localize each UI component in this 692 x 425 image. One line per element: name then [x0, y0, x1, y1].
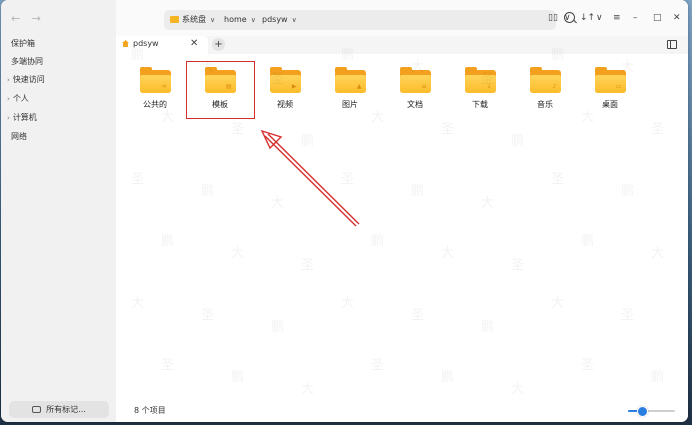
file-manager-window: ← → 保护箱 多端协同 › 快速访问 › 个人 › 计算机 网络 所有标记... 系… [1, 0, 688, 422]
folder-item-music[interactable]: ♪ 音乐 [522, 67, 568, 110]
tab-strip: pdsyw ✕ + [116, 36, 688, 54]
download-icon: ↓ [486, 83, 492, 90]
sidebar-item-label: 多端协同 [11, 57, 43, 66]
folder-icon: ⋖ [139, 67, 171, 93]
chevron-down-icon[interactable]: ∨ [210, 16, 215, 24]
video-icon: ▶ [291, 83, 297, 90]
forward-icon[interactable]: → [32, 12, 41, 25]
sidebar-item-vault[interactable]: 保护箱 [11, 36, 35, 52]
all-bookmarks-button[interactable]: 所有标记... [9, 401, 109, 418]
close-tab-icon[interactable]: ✕ [190, 38, 198, 49]
desktop-icon: ▭ [615, 83, 622, 90]
sidebar-item-personal[interactable]: › 个人 [7, 91, 29, 107]
folder-icon: ≡ [399, 67, 431, 93]
zoom-slider[interactable] [628, 406, 675, 417]
tab-pdsyw[interactable]: pdsyw ✕ [116, 36, 208, 54]
view-mode-chevron-icon[interactable]: ∨ [564, 12, 571, 24]
new-tab-button[interactable]: + [212, 38, 225, 51]
back-icon[interactable]: ← [11, 12, 20, 25]
chevron-right-icon: › [7, 95, 10, 103]
bookmarks-label: 所有标记... [46, 405, 86, 414]
crumb-label: home [224, 15, 247, 24]
sidebar-item-quick-access[interactable]: › 快速访问 [7, 72, 45, 88]
chevron-down-icon[interactable]: ∨ [251, 16, 256, 24]
folder-label: 桌面 [602, 100, 618, 109]
minimize-button[interactable]: – [633, 12, 638, 24]
sort-chevron-icon[interactable]: ∨ [596, 12, 603, 24]
tab-label: pdsyw [133, 39, 159, 48]
sidebar-item-label: 网络 [11, 132, 27, 141]
folder-icon: ♪ [529, 67, 561, 93]
status-item-count: 8 个项目 [134, 406, 166, 415]
folder-item-download[interactable]: ↓ 下载 [457, 67, 503, 110]
crumb-label: 系统盘 [182, 15, 206, 24]
nav-arrows: ← → [11, 12, 49, 25]
maximize-button[interactable]: □ [653, 12, 662, 24]
folder-label: 下载 [472, 100, 488, 109]
folder-item-desktop[interactable]: ▭ 桌面 [587, 67, 633, 110]
view-mode-icon[interactable]: ▯▯ [548, 12, 558, 24]
sidebar: ← → 保护箱 多端协同 › 快速访问 › 个人 › 计算机 网络 所有标记... [1, 0, 116, 422]
breadcrumb-system-disk[interactable]: 系统盘 ∨ [170, 13, 215, 27]
breadcrumb-pdsyw[interactable]: pdsyw ∨ [262, 13, 297, 27]
share-icon: ⋖ [161, 83, 167, 90]
sidebar-item-computer[interactable]: › 计算机 [7, 110, 37, 126]
folder-label: 视频 [277, 100, 293, 109]
sidebar-item-network[interactable]: 网络 [11, 129, 27, 145]
folder-icon: ▭ [594, 67, 626, 93]
sort-icon[interactable]: ↓↑ [580, 12, 595, 24]
zoom-slider-handle[interactable] [637, 406, 649, 417]
folder-item-video[interactable]: ▶ 视频 [262, 67, 308, 110]
folder-icon: ▲ [334, 67, 366, 93]
folder-icon: ▶ [269, 67, 301, 93]
document-icon: ≡ [421, 83, 427, 90]
sidebar-item-label: 快速访问 [12, 75, 45, 84]
chevron-right-icon: › [7, 76, 10, 84]
folder-item-image[interactable]: ▲ 图片 [327, 67, 373, 110]
folder-label: 音乐 [537, 100, 553, 109]
folder-label: 公共的 [143, 100, 167, 109]
folder-icon [170, 16, 179, 23]
top-toolbar: 系统盘 ∨ home ∨ pdsyw ∨ ▯▯ ∨ ↓↑ ∨ ≡ – □ ✕ [116, 0, 688, 36]
breadcrumb-home[interactable]: home ∨ [224, 13, 256, 27]
close-window-button[interactable]: ✕ [673, 12, 681, 24]
detail-panel-icon[interactable] [667, 40, 677, 49]
annotation-highlight-box [186, 61, 255, 119]
crumb-label: pdsyw [262, 15, 288, 24]
folder-item-document[interactable]: ≡ 文档 [392, 67, 438, 110]
folder-icon: ↓ [464, 67, 496, 93]
music-icon: ♪ [552, 83, 557, 90]
home-icon [122, 40, 129, 47]
chevron-down-icon[interactable]: ∨ [292, 16, 297, 24]
image-icon: ▲ [356, 83, 362, 90]
breadcrumb[interactable]: 系统盘 ∨ home ∨ pdsyw ∨ [164, 10, 556, 30]
folder-label: 文档 [407, 100, 423, 109]
chevron-right-icon: › [7, 114, 10, 122]
folder-item-share[interactable]: ⋖ 公共的 [132, 67, 178, 110]
folder-label: 图片 [342, 100, 358, 109]
sidebar-item-label: 计算机 [12, 113, 37, 122]
sidebar-item-collab[interactable]: 多端协同 [11, 54, 43, 70]
sidebar-item-label: 保护箱 [11, 39, 35, 48]
sidebar-item-label: 个人 [12, 94, 29, 103]
tag-icon [32, 406, 42, 413]
menu-icon[interactable]: ≡ [613, 12, 621, 24]
